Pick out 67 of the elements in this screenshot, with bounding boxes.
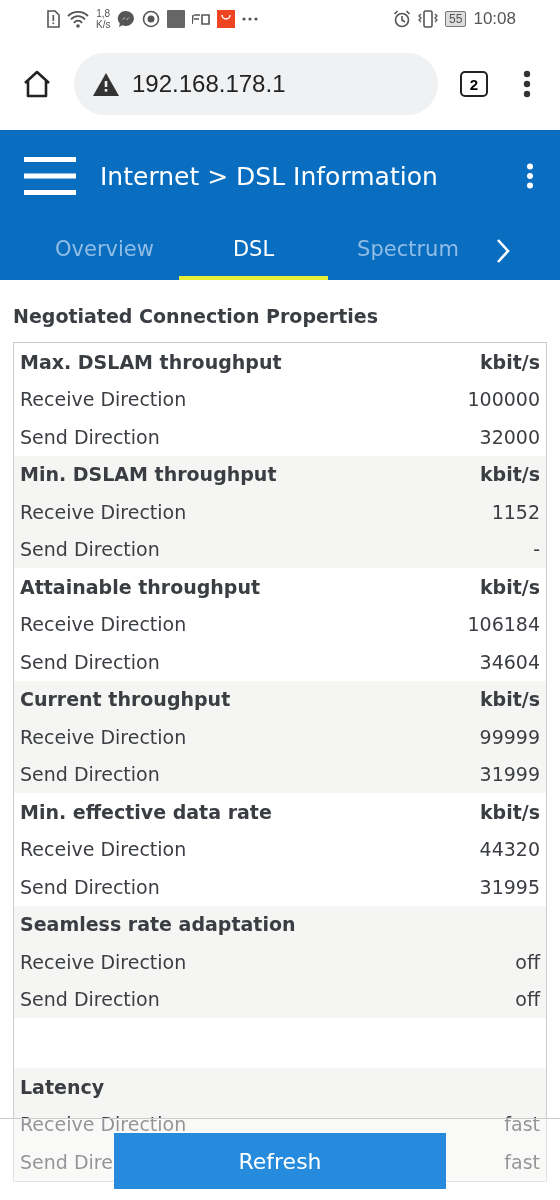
breadcrumb-title: Internet > DSL Information bbox=[100, 161, 439, 191]
row-value: off bbox=[515, 950, 540, 973]
unit-label: kbit/s bbox=[479, 463, 540, 486]
address-field[interactable]: 192.168.178.1 bbox=[74, 53, 438, 115]
row-label: Send Direction bbox=[20, 538, 160, 561]
unit-label: kbit/s bbox=[479, 688, 540, 711]
network-speed-unit: K/s bbox=[96, 19, 111, 30]
group-title: Seamless rate adaptation bbox=[20, 913, 296, 936]
group-title: Min. effective data rate bbox=[20, 800, 272, 823]
section-title: Negotiated Connection Properties bbox=[12, 304, 380, 329]
row-label: Receive Direction bbox=[20, 613, 187, 636]
more-options-icon[interactable] bbox=[526, 163, 534, 189]
row-value: 106184 bbox=[467, 613, 540, 636]
row-value: fast bbox=[504, 1113, 540, 1136]
row-label: Send Direction bbox=[20, 988, 160, 1011]
row-value: 32000 bbox=[479, 425, 540, 448]
row-label: Receive Direction bbox=[20, 838, 187, 861]
wifi-icon bbox=[67, 10, 89, 28]
hamburger-menu-icon[interactable] bbox=[24, 157, 76, 195]
row-value: 34604 bbox=[479, 650, 540, 673]
row-label: Send Dire bbox=[20, 1150, 113, 1173]
row-value: 31999 bbox=[479, 763, 540, 786]
row-value: - bbox=[533, 538, 540, 561]
row-value: fast bbox=[504, 1150, 540, 1173]
tab[interactable]: Spectrum bbox=[328, 222, 488, 280]
battery-indicator: 55 bbox=[445, 11, 467, 27]
group-title: Current throughput bbox=[20, 688, 231, 711]
clock-time: 10:08 bbox=[473, 9, 516, 29]
app-icon bbox=[192, 13, 211, 25]
row-label: Receive Direction bbox=[20, 1113, 187, 1136]
group-title: Attainable throughput bbox=[20, 575, 261, 598]
chat-icon bbox=[117, 10, 136, 28]
row-label: Receive Direction bbox=[20, 725, 187, 748]
warning-icon bbox=[92, 71, 120, 97]
unit-label: kbit/s bbox=[479, 800, 540, 823]
row-label: Send Direction bbox=[20, 875, 160, 898]
row-label: Receive Direction bbox=[20, 950, 187, 973]
alarm-icon bbox=[393, 10, 412, 28]
home-icon[interactable] bbox=[22, 70, 52, 98]
unit-label: kbit/s bbox=[479, 350, 540, 373]
chevron-right-icon[interactable] bbox=[496, 238, 510, 264]
shopping-app-icon bbox=[217, 10, 236, 28]
group-title: Max. DSLAM throughput bbox=[20, 350, 282, 373]
row-value: off bbox=[515, 988, 540, 1011]
row-label: Send Direction bbox=[20, 425, 160, 448]
tab-count-button[interactable]: 2 bbox=[460, 71, 488, 97]
app-icon bbox=[167, 10, 186, 28]
group-title: Latency bbox=[20, 1075, 105, 1098]
row-label: Send Direction bbox=[20, 763, 160, 786]
unit-label: kbit/s bbox=[479, 575, 540, 598]
more-notifications-icon bbox=[242, 17, 259, 21]
row-value: 99999 bbox=[479, 725, 540, 748]
row-value: 1152 bbox=[491, 500, 540, 523]
row-label: Send Direction bbox=[20, 650, 160, 673]
menu-icon[interactable] bbox=[522, 70, 532, 98]
row-label: Receive Direction bbox=[20, 500, 187, 523]
network-speed: 1,8 bbox=[96, 8, 111, 19]
refresh-button[interactable]: Refresh bbox=[114, 1133, 446, 1189]
tab[interactable]: DSL bbox=[179, 222, 328, 280]
row-value: 31995 bbox=[479, 875, 540, 898]
vibrate-icon bbox=[418, 10, 439, 28]
row-value: 100000 bbox=[467, 388, 540, 411]
row-label: Receive Direction bbox=[20, 388, 187, 411]
group-title: Min. DSLAM throughput bbox=[20, 463, 277, 486]
row-value: 44320 bbox=[479, 838, 540, 861]
tab[interactable]: Overview bbox=[30, 222, 179, 280]
sim-alert-icon bbox=[46, 10, 60, 28]
